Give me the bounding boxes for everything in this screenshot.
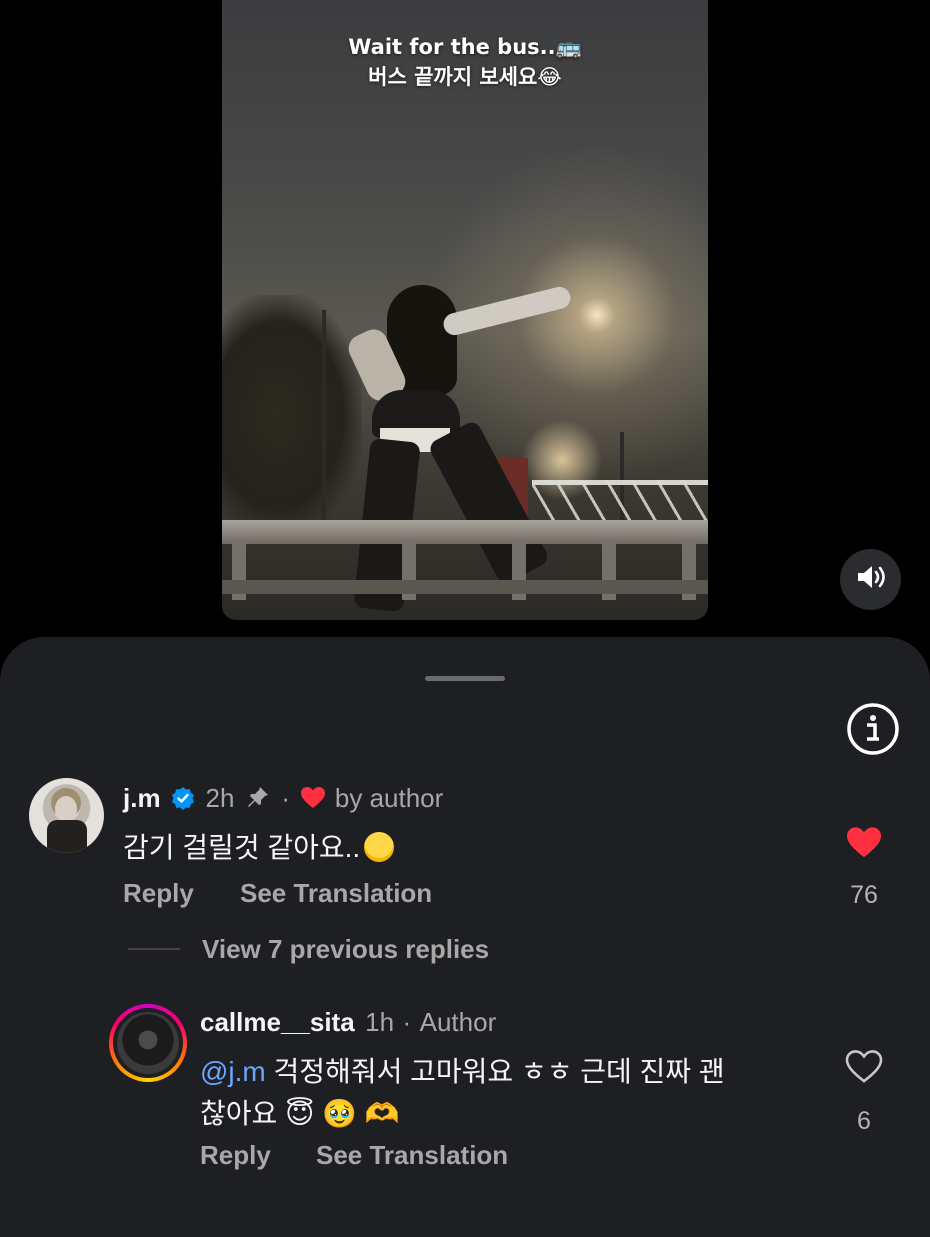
sheet-grabber[interactable]: [425, 676, 505, 681]
reply-text-line-2: 찮아요 😇 🥹 🫶: [200, 1092, 400, 1132]
thread-line: [128, 948, 180, 950]
sound-toggle-button[interactable]: [840, 549, 901, 610]
reply-see-translation-button[interactable]: See Translation: [316, 1140, 508, 1171]
reply-like-button[interactable]: [845, 1050, 883, 1089]
reply-header: callme__sita 1h · Author: [200, 1007, 496, 1038]
street-lamp-pole: [322, 310, 326, 540]
liked-by-author-label: by author: [334, 783, 444, 813]
trees-background: [222, 295, 362, 535]
comment-text-body: 감기 걸릴것 같아요..: [123, 832, 361, 863]
heart-filled-icon: [847, 827, 881, 858]
avatar[interactable]: [29, 778, 104, 853]
heart-outline-icon: [845, 1050, 883, 1083]
dancer-arm: [441, 284, 573, 338]
comments-sheet: j.m 2h · by author 감기 걸릴것 같아요.. Reply Se…: [0, 637, 930, 1237]
info-icon: [847, 703, 899, 755]
story-ring-avatar[interactable]: [109, 1004, 187, 1082]
video-caption: Wait for the bus..🚌 버스 끝까지 보세요😂: [222, 32, 708, 92]
meta-separator: ·: [281, 783, 290, 813]
verified-badge-icon: [171, 786, 195, 815]
reply-like-count: 6: [857, 1107, 871, 1135]
caption-line-1: Wait for the bus..🚌: [348, 35, 582, 59]
guard-rail-lower: [222, 580, 708, 594]
author-label: Author: [419, 1007, 497, 1037]
meta-separator: ·: [402, 1007, 412, 1037]
reply-text-body: 걱정해줘서 고마워요 ㅎㅎ 근데 진짜 괜: [273, 1056, 725, 1087]
comment-reply-button[interactable]: Reply: [123, 878, 194, 909]
reel-video[interactable]: Wait for the bus..🚌 버스 끝까지 보세요😂: [222, 0, 708, 620]
speaker-icon: [856, 564, 886, 595]
comment-time: 2h: [205, 783, 235, 813]
avatar: [117, 1012, 179, 1074]
view-previous-replies-button[interactable]: View 7 previous replies: [202, 934, 489, 965]
pin-icon: [245, 784, 271, 815]
heart-filled-icon: [300, 786, 326, 815]
avatar-shirt: [47, 820, 87, 853]
comment-text: 감기 걸릴것 같아요..: [123, 826, 395, 866]
reply-text-body-2: 찮아요: [200, 1098, 278, 1129]
comment-like-count: 76: [850, 881, 878, 909]
comment-like-button[interactable]: [845, 826, 883, 865]
comment-username[interactable]: j.m: [123, 783, 161, 813]
comment-header: j.m 2h · by author: [123, 783, 443, 815]
comment-see-translation-button[interactable]: See Translation: [240, 878, 432, 909]
caption-line-2: 버스 끝까지 보세요😂: [368, 65, 562, 89]
reply-username[interactable]: callme__sita: [200, 1007, 355, 1037]
info-button[interactable]: [845, 701, 901, 757]
mention-link[interactable]: @j.m: [200, 1056, 266, 1087]
reply-text-line-1: @j.m 걱정해줘서 고마워요 ㅎㅎ 근데 진짜 괜: [200, 1050, 725, 1090]
crying-face-emoji: [364, 832, 395, 862]
guard-rail: [222, 520, 708, 544]
avatar-face: [55, 796, 77, 822]
reply-time: 1h: [365, 1007, 395, 1037]
reply-emojis: 😇 🥹 🫶: [285, 1098, 400, 1129]
reply-reply-button[interactable]: Reply: [200, 1140, 271, 1171]
